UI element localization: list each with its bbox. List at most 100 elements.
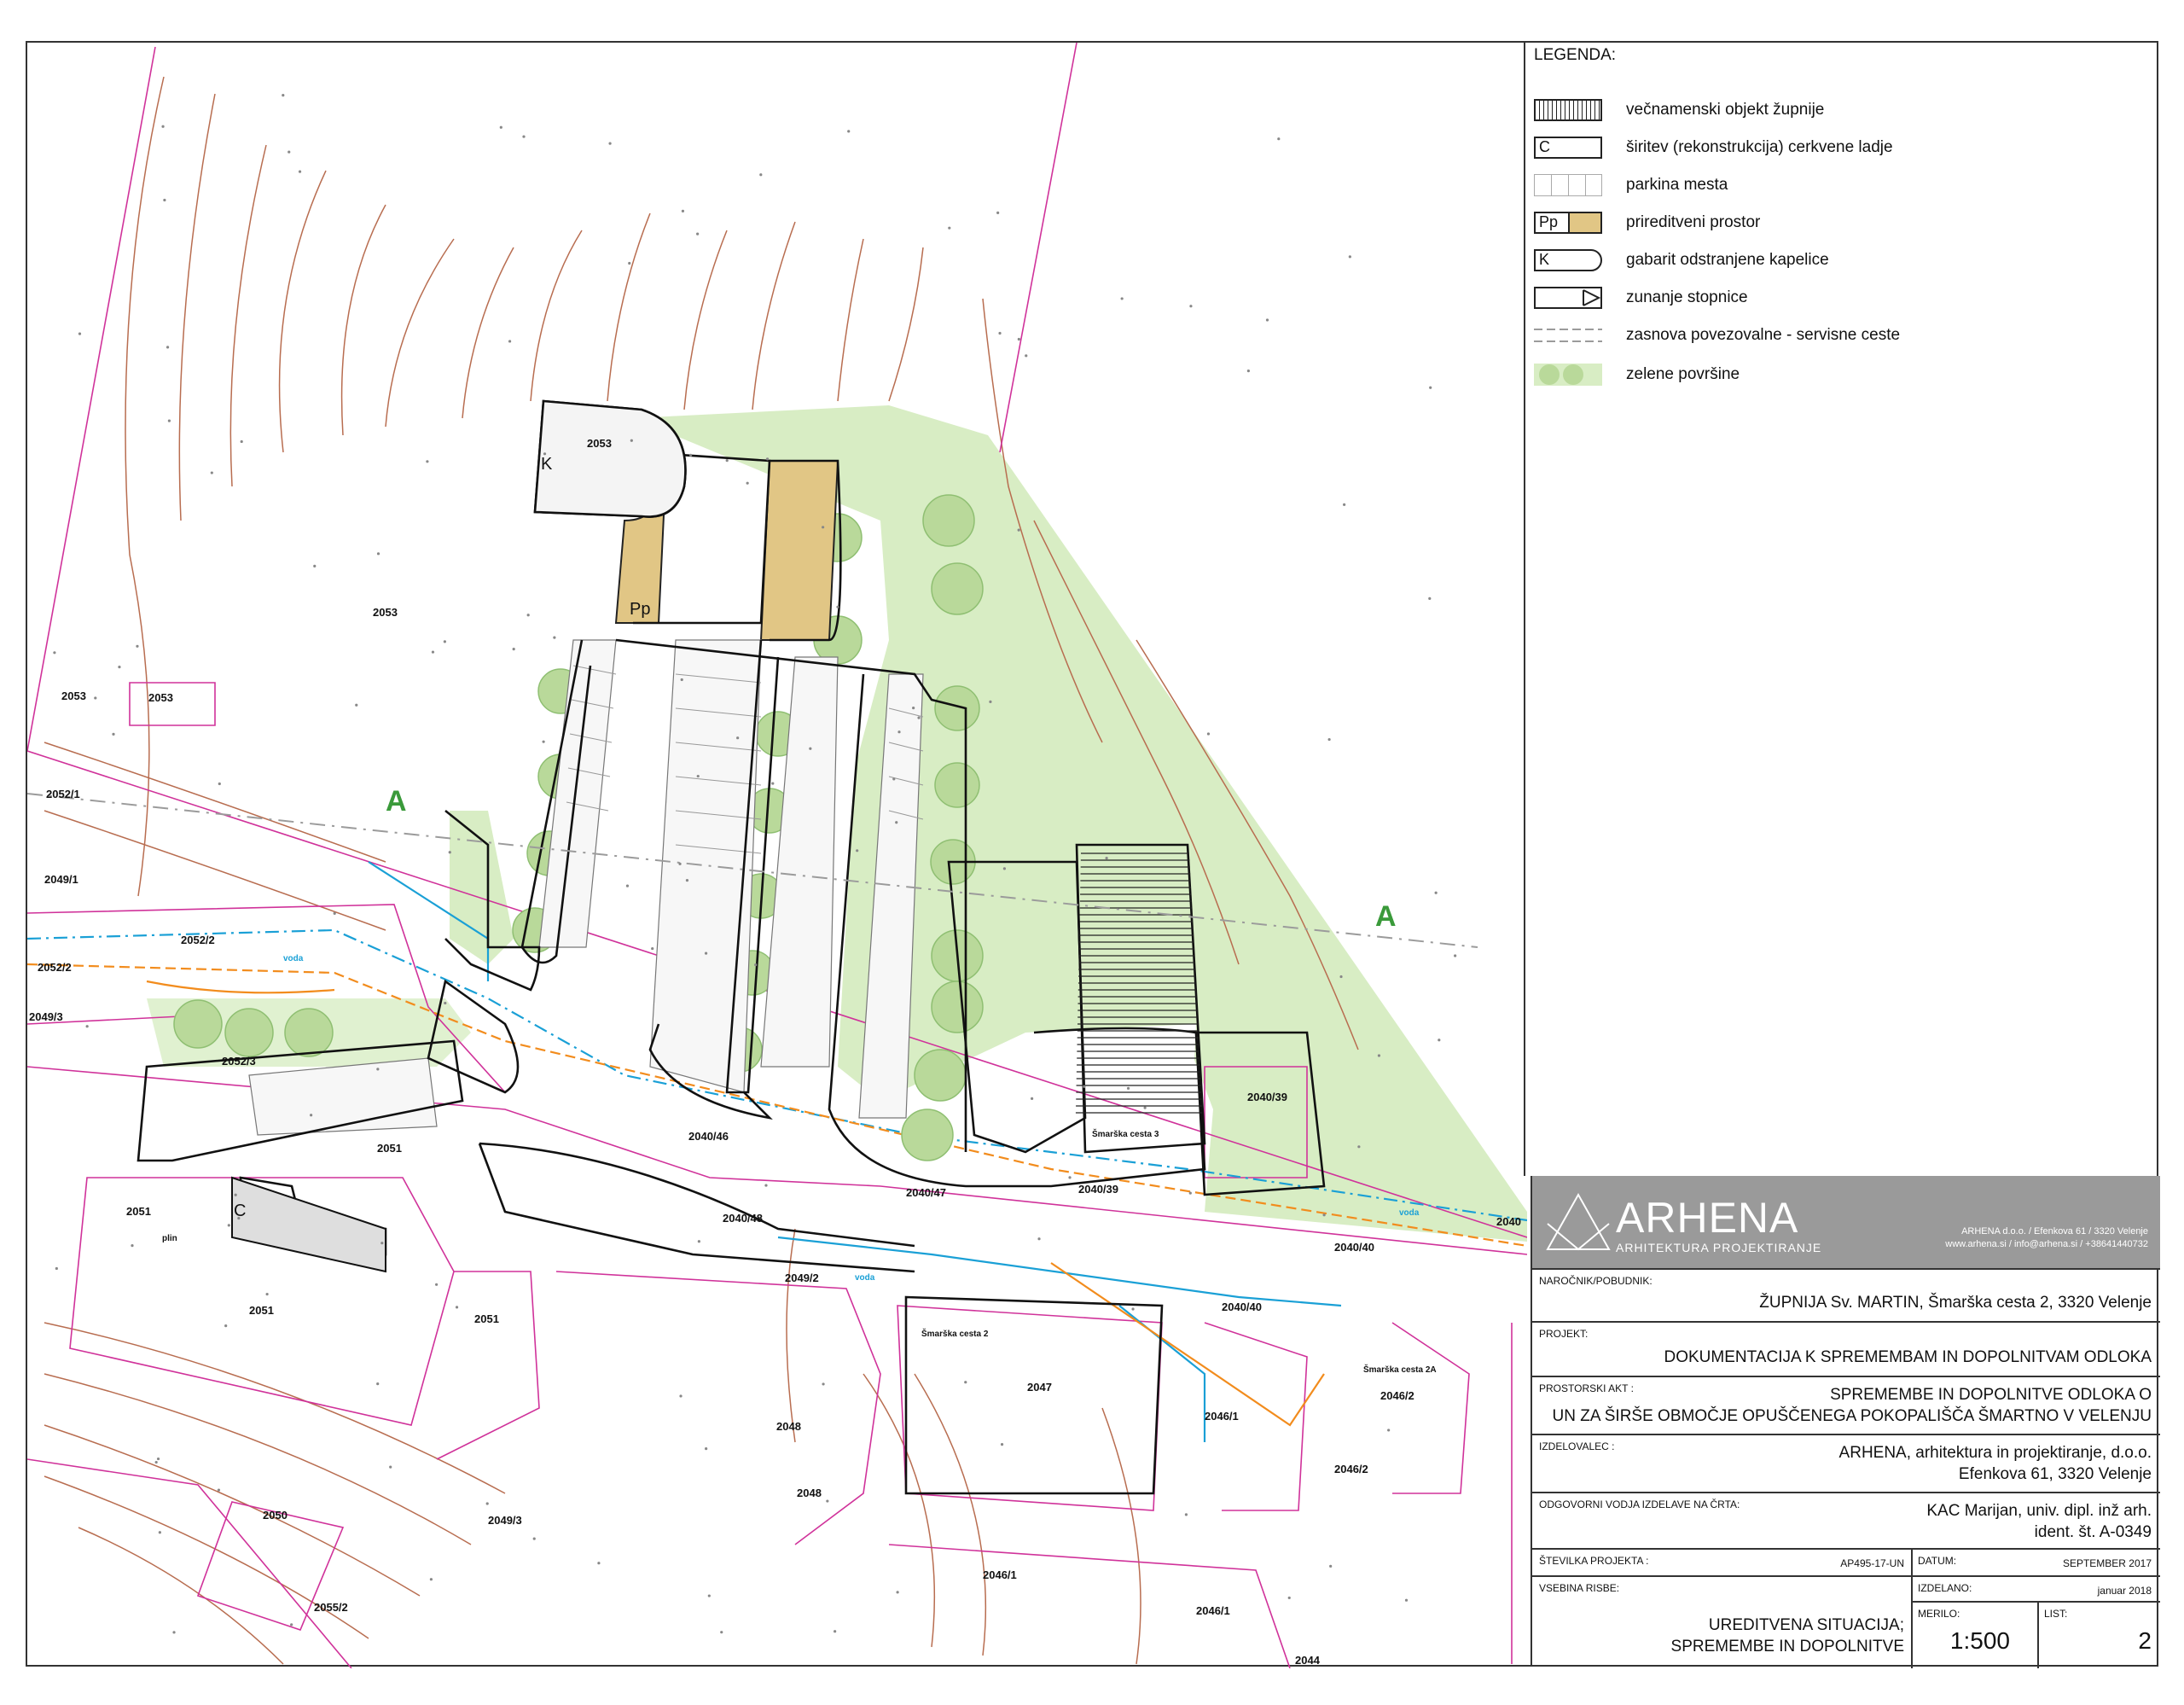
legend-item: zelene površine: [1534, 360, 1740, 389]
spot-height-dot: [1277, 137, 1281, 141]
client-row: NAROČNIK/POBUDNIK: ŽUPNIJA Sv. MARTIN, Š…: [1532, 1268, 2160, 1321]
spot-height-dot: [158, 1531, 161, 1534]
street-label: Šmarška cesta 3: [1092, 1128, 1159, 1139]
spot-height-dot: [822, 526, 825, 529]
spot-height-dot: [1387, 1429, 1391, 1432]
symbol-text: C: [1539, 138, 1550, 155]
project-number-row: ŠTEVILKA PROJEKTA : AP495-17-UN DATUM: S…: [1532, 1548, 2160, 1577]
spot-height-dot: [948, 226, 951, 230]
spot-height-dot: [1068, 1176, 1072, 1179]
spot-height-dot: [836, 605, 839, 608]
spot-height-dot: [765, 457, 770, 461]
spot-height-dot: [1329, 1564, 1333, 1568]
spot-height-dot: [429, 1578, 433, 1581]
legend-label: gabarit odstranjene kapelice: [1626, 251, 1829, 269]
parcel-label: 2049/2: [785, 1271, 819, 1284]
spot-height-dot: [1206, 732, 1211, 736]
spot-height-dot: [218, 782, 221, 786]
spot-height-dot: [1083, 1085, 1086, 1088]
spot-height-dot: [704, 951, 708, 955]
spot-height-dot: [1002, 867, 1007, 870]
spot-height-dot: [290, 1623, 293, 1626]
spot-height-dot: [448, 851, 451, 854]
spot-height-dot: [892, 777, 896, 781]
spot-height-dot: [1246, 370, 1250, 373]
spot-height-dot: [1428, 596, 1432, 600]
stairs-symbol: [1534, 287, 1602, 309]
spot-height-dot: [1025, 354, 1028, 358]
parcel-label: 2046/1: [983, 1568, 1017, 1581]
author-value: ARHENA, arhitektura in projektiranje, d.…: [1839, 1442, 2152, 1485]
green-symbol: [1534, 364, 1602, 386]
section-label-a: A: [386, 785, 407, 818]
company-logo: ARHENA ARHITEKTURA PROJEKTIRANJE ARHENA …: [1532, 1176, 2160, 1268]
parcel-label: 2044: [1295, 1654, 1321, 1667]
spot-height-dot: [288, 150, 291, 154]
spot-height-dot: [499, 125, 502, 129]
author-line: Efenkova 61, 3320 Velenje: [1958, 1465, 2152, 1483]
parcel-label: 2052/3: [222, 1055, 256, 1068]
spot-height-dot: [696, 232, 700, 236]
spatial-act-row: PROSTORSKI AKT : SPREMEMBE IN DOPOLNITVE…: [1532, 1376, 2160, 1434]
utility-label: voda: [855, 1273, 875, 1283]
event-letter: Pp: [630, 600, 650, 619]
legend-item: zunanje stopnice: [1534, 283, 1748, 312]
church-extension: [231, 1176, 386, 1273]
spot-height-dot: [1339, 975, 1343, 979]
spot-height-dot: [1348, 255, 1351, 259]
spot-height-dot: [597, 1562, 601, 1565]
spot-height-dot: [608, 142, 612, 145]
street-label: Šmarška cesta 2: [921, 1328, 989, 1339]
brand-subtitle: ARHITEKTURA PROJEKTIRANJE: [1616, 1241, 1822, 1254]
legend-label: zunanje stopnice: [1626, 288, 1748, 306]
date-caption: DATUM:: [1918, 1555, 1957, 1567]
legend-label: parkina mesta: [1626, 176, 1728, 194]
spot-height-dot: [522, 135, 526, 138]
parcel-label: 2052/1: [46, 788, 80, 800]
spot-height-dot: [53, 651, 56, 655]
spot-height-dot: [725, 458, 729, 463]
spot-height-dot: [455, 1306, 459, 1309]
spot-height-dot: [224, 1324, 228, 1328]
spot-height-dot: [333, 911, 336, 916]
parcel-label: 2040: [1496, 1215, 1521, 1228]
lead-line: KAC Marijan, univ. dipl. inž arh.: [1926, 1502, 2152, 1520]
content-value: UREDITVENA SITUACIJA; SPREMEMBE IN DOPOL…: [1671, 1615, 1904, 1657]
spot-height-dot: [809, 747, 812, 750]
spot-height-dot: [163, 198, 166, 202]
spot-height-dot: [759, 173, 763, 177]
spot-height-dot: [847, 130, 851, 133]
project-row: PROJEKT: DOKUMENTACIJA K SPREMEMBAM IN D…: [1532, 1321, 2160, 1376]
spot-height-dot: [118, 666, 121, 669]
spot-height-dot: [720, 1631, 723, 1634]
spot-height-dot: [834, 1630, 837, 1633]
author-caption: IZDELOVALEC :: [1539, 1440, 1615, 1452]
content-line: SPREMEMBE IN DOPOLNITVE: [1670, 1638, 1904, 1656]
spot-height-dot: [689, 453, 693, 457]
parcel-label: 2050: [263, 1509, 288, 1522]
content-caption: VSEBINA RISBE:: [1539, 1582, 1620, 1594]
address-line: ARHENA d.o.o. / Efenkova 61 / 3320 Velen…: [1961, 1226, 2148, 1237]
parcel-label: 2040/48: [723, 1212, 763, 1225]
parcel-label: 2049/1: [44, 873, 78, 886]
logo-mark-icon: [1546, 1192, 1611, 1251]
client-caption: NAROČNIK/POBUDNIK:: [1539, 1275, 1653, 1287]
legend-item: C širitev (rekonstrukcija) cerkvene ladj…: [1534, 133, 1893, 162]
spot-height-dot: [1404, 1598, 1409, 1602]
spot-height-dot: [376, 552, 380, 556]
brand-address: ARHENA d.o.o. / Efenkova 61 / 3320 Velen…: [1945, 1225, 2148, 1251]
utility-label: voda: [1399, 1208, 1420, 1218]
spot-height-dot: [897, 730, 901, 734]
spot-height-dot: [896, 1591, 899, 1594]
spot-height-dot: [380, 1242, 384, 1245]
c-symbol: C: [1534, 137, 1602, 159]
spot-height-dot: [313, 564, 317, 567]
parcel-label: 2053: [61, 690, 86, 702]
chapel-letter: K: [541, 455, 553, 474]
parcel-label: 2040/40: [1222, 1301, 1262, 1313]
spot-height-dot: [630, 439, 633, 442]
spot-height-dot: [1143, 1106, 1147, 1109]
parcel-label: 2049/3: [488, 1514, 522, 1527]
spot-height-dot: [685, 879, 689, 882]
spot-height-dot: [1438, 1039, 1441, 1042]
